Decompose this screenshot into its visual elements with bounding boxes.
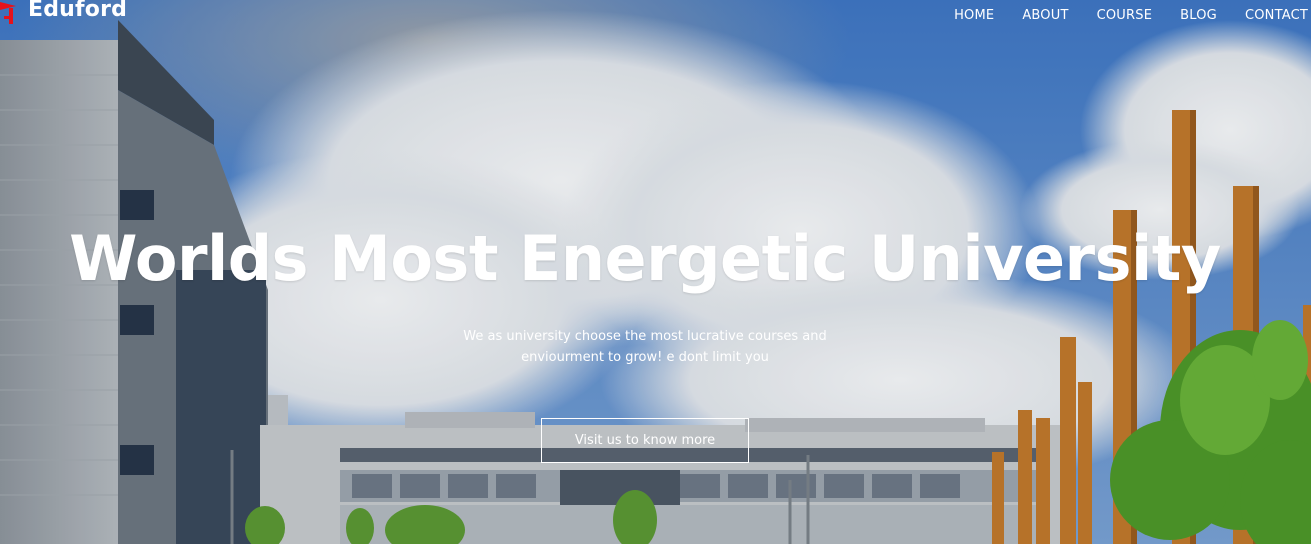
hero-subtitle-line-2: enviourment to grow! e dont limit you — [521, 350, 769, 365]
brand-name: Eduford — [28, 0, 128, 22]
hero-title: Worlds Most Energetic University — [69, 222, 1221, 295]
hero-subtitle: We as university choose the most lucrati… — [0, 326, 1290, 368]
nav-contact-link[interactable]: CONTACT — [1245, 8, 1308, 23]
visit-us-button[interactable]: Visit us to know more — [541, 418, 749, 463]
nav-course-link[interactable]: COURSE — [1097, 8, 1153, 23]
main-nav: HOME ABOUT COURSE BLOG CONTACT — [954, 8, 1308, 23]
hero-subtitle-line-1: We as university choose the most lucrati… — [463, 329, 827, 344]
brand[interactable]: Eduford — [0, 0, 127, 26]
nav-about-link[interactable]: ABOUT — [1022, 8, 1068, 23]
nav-home-link[interactable]: HOME — [954, 8, 994, 23]
nav-blog-link[interactable]: BLOG — [1180, 8, 1217, 23]
mortarboard-logo-icon — [0, 2, 16, 24]
